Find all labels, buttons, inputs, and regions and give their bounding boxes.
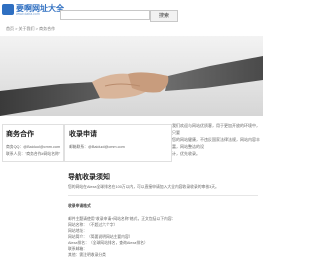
guide-title: 导航收录须知 bbox=[68, 174, 110, 181]
intro-text: 我们欢迎与网站优质客，用于更加开放的环境中，只要 您的网站健康，不违反国家法律法… bbox=[172, 122, 260, 157]
search-button[interactable]: 搜索 bbox=[150, 10, 178, 22]
logo-icon[interactable] bbox=[2, 4, 14, 15]
collect-line[interactable]: 邮箱联系：@Baiduol@cmm.com bbox=[69, 145, 125, 150]
intro-line: 计，优先收录。 bbox=[172, 151, 200, 156]
divider bbox=[68, 195, 258, 196]
collect-box: 收录申请 邮箱联系：@Baiduol@cmm.com bbox=[64, 124, 172, 162]
cooperation-box: 商务合作 商务QQ：@Baiduol@cmm.com 联系人员："商务合作#网站… bbox=[2, 124, 64, 162]
cooperation-line: 联系人员："商务合作#网站名称" bbox=[6, 152, 61, 156]
collect-title: 收录申请 bbox=[69, 131, 97, 138]
handshake-image bbox=[0, 36, 263, 116]
logo-subtitle: www.daba.com bbox=[16, 12, 40, 16]
breadcrumb[interactable]: 首页 > 关于我们 > 商务合作 bbox=[6, 26, 55, 32]
guide-text: 您的网站在Alexa全球排名在100万以内，可以直接申请加入大全内容收录收录的审… bbox=[68, 185, 219, 189]
cooperation-line[interactable]: 商务QQ：@Baiduol@cmm.com bbox=[6, 145, 60, 150]
intro-line: 您的网站健康，不违反国家法律法规，网站内容丰富，网站整洁的设 bbox=[172, 137, 260, 149]
intro-line: 我们欢迎与网站优质客，用于更加开放的环境中，只要 bbox=[172, 123, 260, 135]
format-line: 其他：需注明收录分类 bbox=[68, 253, 106, 257]
cooperation-title: 商务合作 bbox=[6, 131, 34, 138]
format-title: 收录申请格式 bbox=[68, 204, 91, 208]
hero-banner bbox=[0, 36, 263, 116]
header-bar: 要啊网址大全 www.daba.com 搜索 bbox=[0, 0, 263, 22]
search-input[interactable] bbox=[60, 10, 150, 20]
